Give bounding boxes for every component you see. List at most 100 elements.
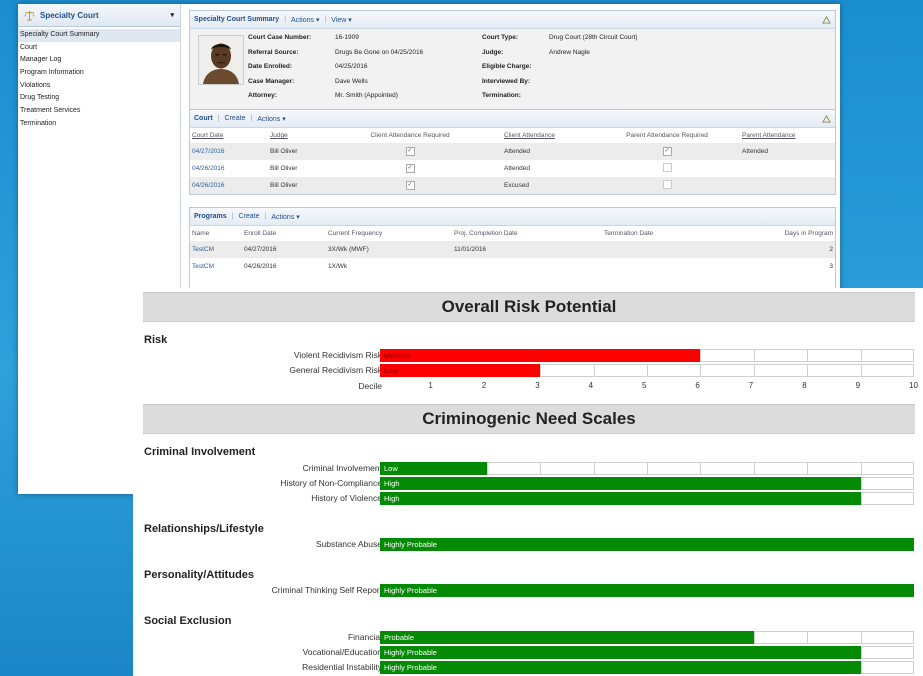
sidebar-item-manager-log[interactable]: Manager Log [18,54,180,67]
summary-panel: Specialty Court Summary | Actions ▾ | Vi… [189,10,836,116]
scale-bar-history-of-violence: High [380,492,861,505]
client-photo [198,35,244,85]
scale-bar-substance-abuse: Highly Probable [380,538,914,551]
court-create-button[interactable]: Create [225,115,246,122]
scale-bar-criminal-involvement: Low [380,462,487,475]
scale-bar-vocational-education: Highly Probable [380,646,861,659]
need-section-personality-attitudes: Personality/Attitudes [144,569,255,581]
court-panel: Court | Create | Actions ▾ Court Date Ju… [189,109,836,195]
decile-tick-label: 7 [748,381,754,390]
scale-level-criminal-thinking-self-report: Highly Probable [384,586,437,595]
scale-bar-violent-recidivism-risk: Medium [380,349,701,362]
column-header-proj-completion-date: Proj. Completion Date [454,230,518,237]
scale-label-residential-instability: Residential Instability [302,662,382,672]
sidebar-item-violations[interactable]: Violations [18,80,180,93]
summary-view-menu[interactable]: View ▾ [331,16,352,24]
column-header-client-attendance[interactable]: Client Attendance [474,128,602,143]
sidebar-item-treatment-services[interactable]: Treatment Services [18,105,180,118]
chevron-down-icon[interactable]: ▾ [170,11,174,19]
court-date-link[interactable]: 04/26/2016 [190,177,258,194]
scale-label-criminal-thinking-self-report: Criminal Thinking Self Report [271,585,382,595]
scale-level-violent-recidivism-risk: Medium [384,351,411,360]
table-row[interactable]: TestCM 04/26/2016 1X/Wk 3 [190,258,835,275]
risk-needs-report: Overall Risk Potential Risk Criminogenic… [133,288,923,676]
decile-tick-label: 5 [642,381,647,390]
court-panel-toolbar: Court | Create | Actions ▾ [190,110,835,128]
sidebar-item-termination[interactable]: Termination [18,118,180,131]
parent-attendance-required-checkbox[interactable] [662,180,672,189]
scale-label-vocational-education: Vocational/Education [302,647,382,657]
scale-label-history-of-non-compliance: History of Non-Compliance [280,478,382,488]
program-name-link[interactable]: TestCM [190,258,242,275]
scale-level-criminal-involvement: Low [384,464,398,473]
summary-panel-title: Specialty Court Summary [194,16,280,23]
table-row[interactable]: TestCM 04/27/2016 3X/Wk (MWF) 11/01/2016… [190,241,835,258]
column-header-court-date[interactable]: Court Date [190,128,258,143]
programs-create-button[interactable]: Create [239,213,260,220]
sidebar-item-court[interactable]: Court [18,42,180,55]
sidebar-header[interactable]: Specialty Court ▾ [18,4,180,27]
decile-tick-label: 9 [855,381,861,390]
scale-level-history-of-non-compliance: High [384,479,400,488]
column-header-parent-attendance-required: Parent Attendance Required [626,132,708,139]
scale-level-general-recidivism-risk: Low [384,366,398,375]
column-header-termination-date: Termination Date [604,230,654,237]
column-header-judge[interactable]: Judge [258,128,346,143]
column-header-days-in-program: Days in Program [784,230,833,237]
summary-panel-toolbar: Specialty Court Summary | Actions ▾ | Vi… [190,11,835,29]
client-attendance-required-checkbox[interactable]: ✓ [405,164,415,173]
criminogenic-needs-title: Criminogenic Need Scales [143,404,915,434]
column-header-client-attendance-required: Client Attendance Required [370,132,450,139]
decile-axis-label: Decile [358,381,382,391]
scale-level-substance-abuse: Highly Probable [384,540,437,549]
court-actions-menu[interactable]: Actions ▾ [257,115,285,123]
programs-panel: Programs | Create | Actions ▾ Name Enrol… [189,207,836,289]
scale-level-vocational-education: Highly Probable [384,648,437,657]
scale-bar-financial: Probable [380,631,754,644]
client-attendance-required-checkbox[interactable]: ✓ [405,147,415,156]
column-header-name: Name [192,230,210,237]
sidebar-item-program-information[interactable]: Program Information [18,67,180,80]
sidebar-item-specialty-court-summary[interactable]: Specialty Court Summary [18,29,180,42]
client-attendance-required-checkbox[interactable]: ✓ [405,181,415,190]
sidebar-menu: Specialty Court Summary Court Manager Lo… [18,27,180,131]
collapse-icon[interactable] [822,114,831,123]
sidebar-item-drug-testing[interactable]: Drug Testing [18,92,180,105]
parent-attendance-required-checkbox[interactable] [662,163,672,172]
scale-bar-general-recidivism-risk: Low [380,364,541,377]
program-name-link[interactable]: TestCM [190,241,242,258]
scale-label-substance-abuse: Substance Abuse [315,539,382,549]
risk-section-title: Risk [144,334,168,346]
scale-level-financial: Probable [384,633,415,642]
court-table: Court Date Judge Client Attendance Requi… [190,128,835,194]
table-row[interactable]: 04/26/2016 Bill Oliver ✓ Attended [190,160,835,177]
decile-tick-label: 4 [588,381,594,390]
scale-label-financial: Financial [347,632,382,642]
scale-bar-residential-instability: Highly Probable [380,661,861,674]
collapse-icon[interactable] [822,15,831,24]
scale-label-history-of-violence: History of Violence [311,493,382,503]
need-section-social-exclusion: Social Exclusion [144,615,232,627]
decile-tick-label: 10 [909,381,918,390]
programs-panel-toolbar: Programs | Create | Actions ▾ [190,208,835,226]
column-header-parent-attendance[interactable]: Parent Attendance [732,128,835,143]
scale-bar-history-of-non-compliance: High [380,477,861,490]
court-date-link[interactable]: 04/26/2016 [190,160,258,177]
scales-of-justice-icon [24,10,35,21]
scale-label-criminal-involvement: Criminal Involvement [302,463,382,473]
decile-tick-label: 2 [481,381,487,390]
programs-panel-title: Programs [194,213,227,220]
table-row[interactable]: 04/27/2016 Bill Oliver ✓ Attended ✓ Atte… [190,143,835,160]
programs-table: Name Enroll Date Current Frequency Proj.… [190,226,835,275]
table-row[interactable]: 04/26/2016 Bill Oliver ✓ Excused [190,177,835,194]
summary-actions-menu[interactable]: Actions ▾ [291,16,319,24]
parent-attendance-required-checkbox[interactable]: ✓ [662,147,672,156]
overall-risk-title: Overall Risk Potential [143,292,915,322]
court-date-link[interactable]: 04/27/2016 [190,143,258,160]
scale-bar-criminal-thinking-self-report: Highly Probable [380,584,914,597]
column-header-enroll-date: Enroll Date [244,230,277,237]
decile-tick-label: 8 [802,381,807,390]
scale-label-general-recidivism-risk: General Recidivism Risk [289,365,382,375]
programs-actions-menu[interactable]: Actions ▾ [271,213,299,221]
column-header-current-frequency: Current Frequency [328,230,383,237]
